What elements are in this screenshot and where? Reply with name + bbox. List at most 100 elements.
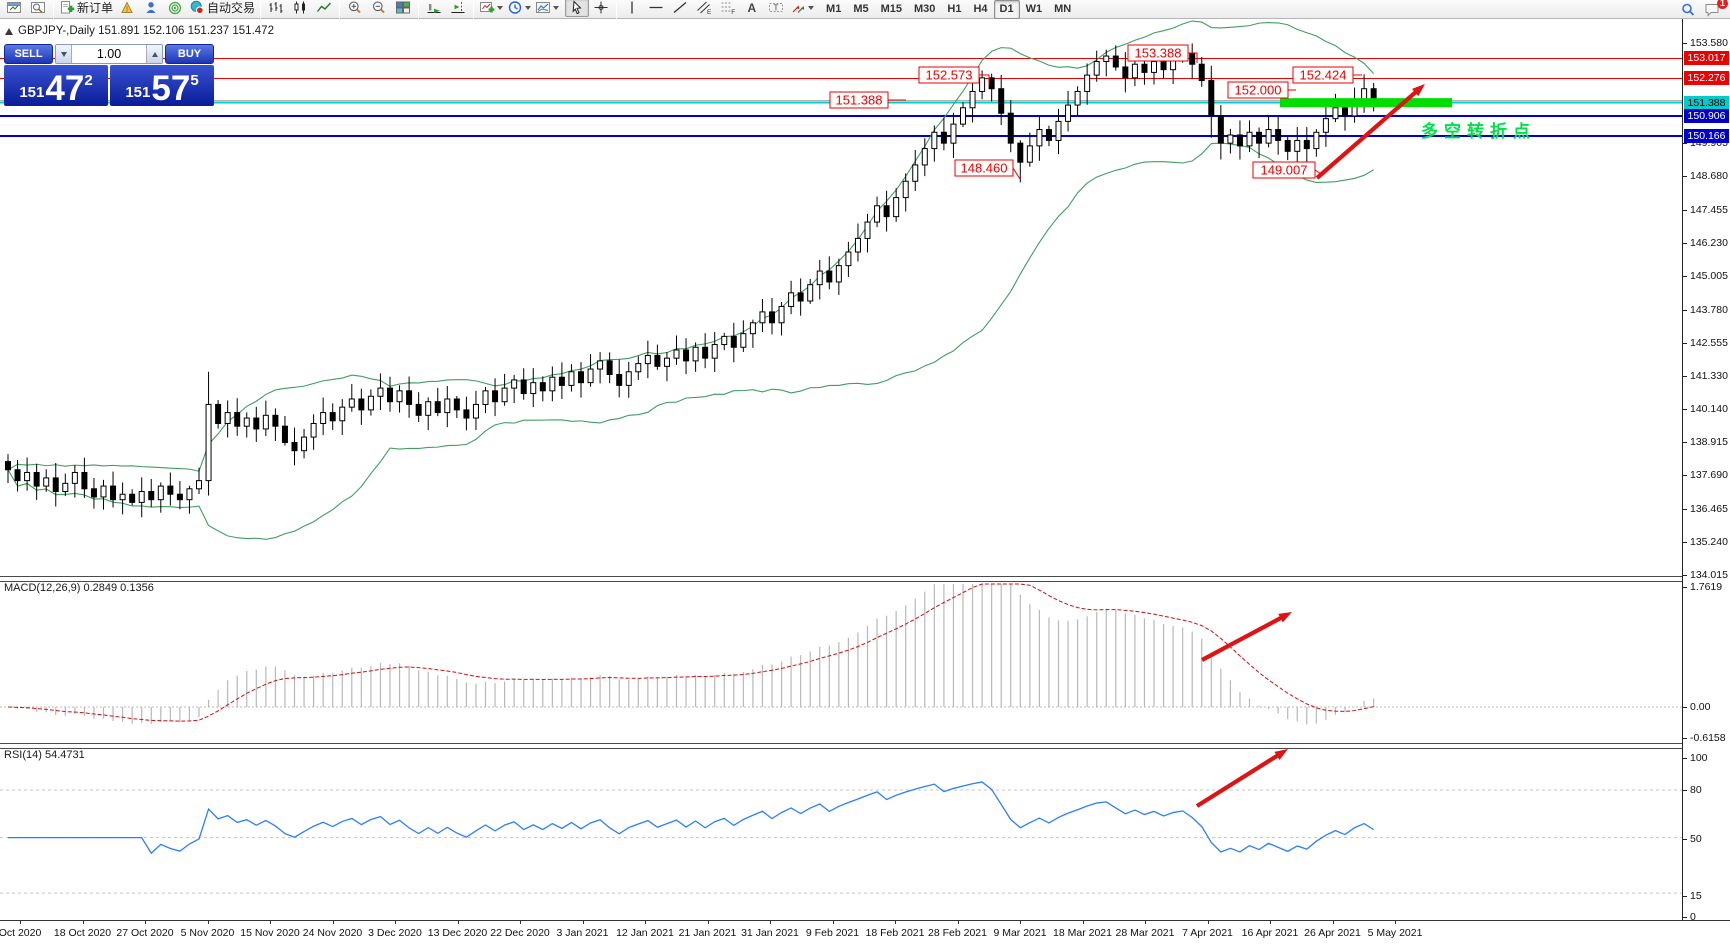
- vertical-line-icon: [624, 0, 640, 15]
- bid-price[interactable]: 151 47 2: [4, 65, 108, 106]
- date-label: 7 Apr 2021: [1182, 927, 1233, 939]
- volume-up-button[interactable]: [146, 45, 162, 63]
- equidistant-channel-button[interactable]: E: [692, 0, 716, 17]
- date-label: 3 Jan 2021: [557, 927, 609, 939]
- axis-label: 15: [1690, 890, 1702, 902]
- date-label: 18 Mar 2021: [1053, 927, 1112, 939]
- arrows-button[interactable]: [788, 0, 816, 17]
- date-tick: [458, 921, 459, 924]
- ask-price[interactable]: 151 57 5: [110, 65, 214, 106]
- fibonacci-icon: F: [720, 0, 736, 15]
- tile-windows-button[interactable]: [391, 0, 415, 17]
- periods-button[interactable]: [505, 0, 533, 17]
- zoom-in-button[interactable]: [343, 0, 367, 17]
- triangle-down-icon: [61, 52, 67, 57]
- timeframe-MN[interactable]: MN: [1048, 0, 1077, 19]
- vertical-line-button[interactable]: [620, 0, 644, 17]
- rsi-pane[interactable]: [0, 747, 1682, 920]
- autotrading-button[interactable]: 自动交易: [187, 0, 257, 17]
- svg-text:152.573: 152.573: [926, 68, 973, 83]
- sell-button[interactable]: SELL: [4, 44, 53, 64]
- bar-chart-button[interactable]: [264, 0, 288, 17]
- text-button[interactable]: A: [740, 0, 764, 17]
- axis-tick: [1683, 143, 1687, 144]
- price-callout[interactable]: 151.388: [830, 92, 906, 108]
- price-axis[interactable]: 153.580149.905148.680147.455146.230145.0…: [1682, 19, 1730, 920]
- autotrading-icon: [189, 0, 205, 15]
- axis-tick: [1683, 575, 1687, 576]
- fibonacci-button[interactable]: F: [716, 0, 740, 17]
- pane-divider[interactable]: [0, 743, 1730, 749]
- svg-text:F: F: [731, 9, 735, 15]
- date-axis[interactable]: Oct 202018 Oct 202027 Oct 20205 Nov 2020…: [0, 920, 1730, 945]
- support-highlight-bar[interactable]: [1280, 98, 1452, 107]
- date-tick: [645, 921, 646, 924]
- chart-shift-button[interactable]: [446, 0, 470, 17]
- text-icon: A: [744, 0, 760, 15]
- templates-button[interactable]: [533, 0, 561, 17]
- trend-arrow[interactable]: [1202, 612, 1292, 660]
- preview-button[interactable]: [26, 0, 50, 17]
- timeframe-D1[interactable]: D1: [994, 0, 1020, 19]
- cursor-button[interactable]: [565, 0, 589, 17]
- price-callout[interactable]: 148.460: [955, 160, 1020, 179]
- ask-integer: 151: [125, 84, 150, 101]
- chart-window-button[interactable]: [2, 0, 26, 17]
- chevron-down-icon: [553, 6, 559, 10]
- timeframe-W1[interactable]: W1: [1020, 0, 1049, 19]
- metaeditor-button[interactable]: [115, 0, 139, 17]
- price-callout[interactable]: 153.388: [1128, 45, 1197, 63]
- timeframe-M15[interactable]: M15: [875, 0, 908, 19]
- volume-input[interactable]: [72, 45, 146, 63]
- price-chart-pane[interactable]: 153.388 152.573 151.388 152.000152.424 149.0…: [0, 19, 1682, 576]
- date-label: 18 Oct 2020: [54, 927, 111, 939]
- trend-arrow[interactable]: [1197, 749, 1288, 806]
- horizontal-line-button[interactable]: [644, 0, 668, 17]
- trendline-button[interactable]: [668, 0, 692, 17]
- price-callout[interactable]: 152.573: [919, 67, 989, 86]
- triangle-up-icon: [152, 52, 158, 57]
- text-label-button[interactable]: T: [764, 0, 788, 17]
- price-level-badge: 150.166: [1684, 129, 1729, 143]
- date-tick: [833, 921, 834, 924]
- axis-tick: [1683, 758, 1687, 759]
- bull-bear-turning-point-annotation[interactable]: 多空转折点: [1421, 121, 1536, 141]
- timeframe-H1[interactable]: H1: [941, 0, 967, 19]
- volume-down-button[interactable]: [56, 45, 72, 63]
- price-level-badge: 153.017: [1684, 51, 1729, 65]
- price-callout[interactable]: 149.007: [1253, 162, 1321, 178]
- crosshair-button[interactable]: [589, 0, 613, 17]
- macd-pane[interactable]: [0, 580, 1682, 743]
- axis-label: 140.140: [1690, 403, 1728, 415]
- line-chart-button[interactable]: [312, 0, 336, 17]
- search-button[interactable]: [1676, 0, 1700, 19]
- date-label: 15 Nov 2020: [240, 927, 300, 939]
- terminal-button[interactable]: [139, 0, 163, 17]
- buy-button[interactable]: BUY: [165, 44, 214, 64]
- indicators-button[interactable]: [477, 0, 505, 17]
- zoom-out-button[interactable]: [367, 0, 391, 17]
- date-tick: [83, 921, 84, 924]
- bar-chart-icon: [268, 0, 284, 15]
- price-level-badge: 150.906: [1684, 109, 1729, 123]
- toolbar: 新订单自动交易EFAT M1M5M15M30H1H4D1W1MN 1: [0, 0, 1730, 19]
- timeframe-M30[interactable]: M30: [908, 0, 941, 19]
- cursor-icon: [569, 0, 585, 15]
- axis-tick: [1683, 707, 1687, 708]
- metaeditor-icon: [119, 0, 135, 15]
- date-tick: [1395, 921, 1396, 924]
- timeframe-M5[interactable]: M5: [847, 0, 874, 19]
- signals-button[interactable]: [163, 0, 187, 17]
- price-callout[interactable]: 152.424: [1293, 67, 1362, 83]
- date-tick: [770, 921, 771, 924]
- autotrading-label: 自动交易: [207, 0, 255, 16]
- auto-scroll-button[interactable]: [422, 0, 446, 17]
- price-callout[interactable]: 152.000: [1228, 82, 1296, 98]
- new-order-button[interactable]: 新订单: [57, 0, 115, 17]
- candlestick-chart-button[interactable]: [288, 0, 312, 17]
- pane-divider[interactable]: [0, 576, 1730, 582]
- timeframe-M1[interactable]: M1: [820, 0, 847, 19]
- axis-tick: [1683, 587, 1687, 588]
- timeframe-H4[interactable]: H4: [967, 0, 993, 19]
- zoom-in-icon: [347, 0, 363, 15]
